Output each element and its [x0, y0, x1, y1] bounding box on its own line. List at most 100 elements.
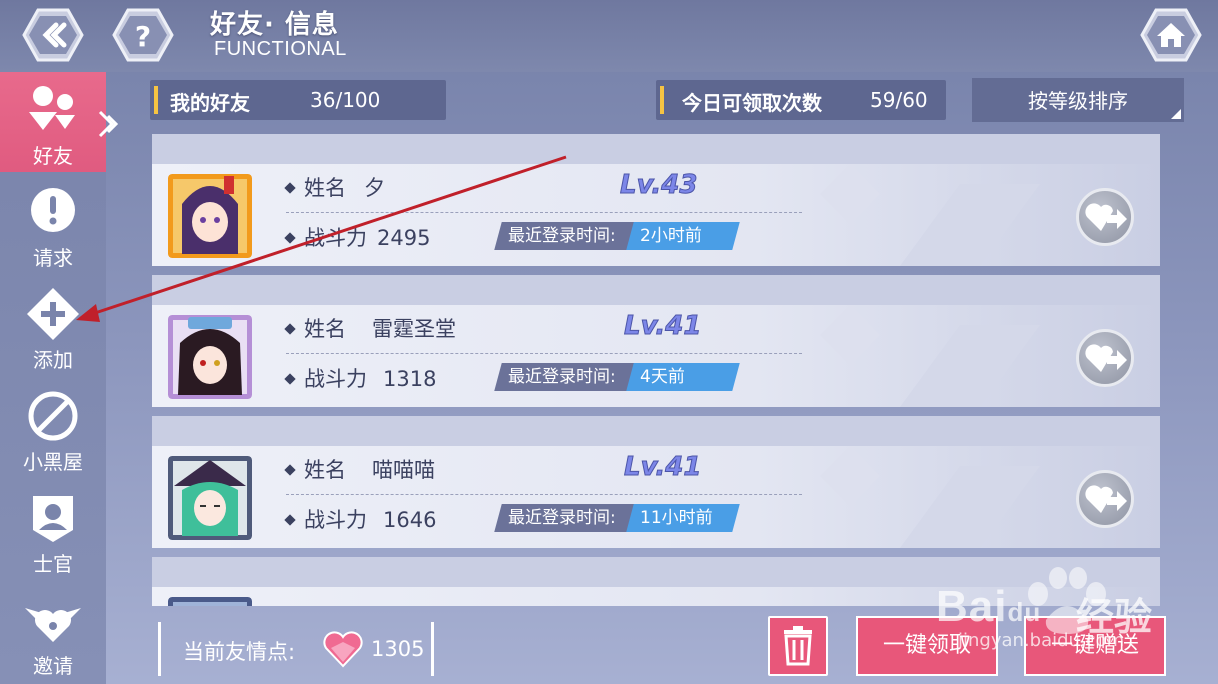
card-decoration	[820, 446, 1040, 548]
heart-send-icon	[1085, 485, 1127, 513]
heart-gem-icon	[323, 631, 363, 668]
add-icon	[27, 288, 79, 340]
sort-dropdown[interactable]: 按等级排序	[972, 78, 1184, 122]
heart-send-icon	[1085, 203, 1127, 231]
send-gift-button[interactable]	[1076, 470, 1134, 528]
friend-power-row: 战斗力 1318	[284, 363, 437, 393]
last-login: 最近登录时间: 4天前	[494, 363, 742, 391]
friend-power: 1318	[383, 367, 437, 391]
bar-accent	[154, 86, 158, 114]
friend-name: 夕	[364, 176, 385, 200]
friendship-points: 当前友情点: 1305	[158, 622, 434, 676]
friend-card[interactable]: 姓名夕 战斗力 2495 Lv.43 最近登录时间: 2小时前	[152, 134, 1160, 266]
power-label: 战斗力	[304, 508, 367, 532]
friend-level: Lv.43	[619, 170, 698, 201]
sort-label: 按等级排序	[1028, 89, 1128, 113]
sidebar-item-label: 小黑屋	[23, 450, 83, 474]
sidebar-item-label: 士官	[33, 552, 73, 576]
card-body: 姓名夕 战斗力 2495 Lv.43 最近登录时间: 2小时前	[152, 164, 1160, 266]
sidebar-item-friends[interactable]: 好友	[0, 72, 106, 172]
power-label: 战斗力	[304, 226, 367, 250]
power-label: 战斗力	[304, 367, 367, 391]
card-decoration	[820, 305, 1040, 407]
friends-icon	[29, 86, 75, 130]
card-cap	[152, 416, 1160, 446]
question-icon: ?	[112, 8, 174, 62]
help-button[interactable]: ?	[112, 8, 174, 62]
trash-icon	[784, 626, 812, 666]
sidebar-item-officer[interactable]: 士官	[0, 480, 106, 580]
exclamation-icon	[31, 188, 75, 232]
login-label: 最近登录时间:	[508, 508, 616, 528]
points-value: 1305	[371, 637, 425, 661]
friend-name-row: 姓名夕	[284, 172, 385, 202]
sidebar: 好友 请求 添加 小黑屋 士官 邀请	[0, 72, 106, 684]
home-button[interactable]	[1140, 8, 1202, 62]
friend-name: 喵喵喵	[372, 458, 435, 482]
bullet-icon	[284, 464, 296, 476]
friend-card[interactable]: 姓名 喵喵喵 战斗力 1646 Lv.41 最近登录时间: 11小时前	[152, 416, 1160, 548]
name-label: 姓名	[304, 176, 346, 200]
friend-level: Lv.41	[623, 452, 702, 483]
send-gift-button[interactable]	[1076, 329, 1134, 387]
my-friends-bar: 我的好友 36/100	[150, 80, 446, 120]
watermark-brand-part1: Bai	[936, 582, 1008, 631]
login-time: 11小时前	[640, 508, 713, 528]
card-decoration	[820, 164, 1040, 266]
active-indicator-icon	[98, 110, 119, 138]
officer-icon	[33, 496, 73, 542]
divider	[286, 212, 802, 213]
last-login: 最近登录时间: 11小时前	[494, 504, 742, 532]
claims-count: 59/60	[870, 88, 928, 112]
bullet-icon	[284, 323, 296, 335]
avatar	[168, 597, 252, 606]
login-time: 4天前	[640, 367, 685, 387]
sidebar-item-add[interactable]: 添加	[0, 276, 106, 376]
card-body: 姓名 雷霆圣堂 战斗力 1318 Lv.41 最近登录时间: 4天前	[152, 305, 1160, 407]
watermark-brand: Baidu	[936, 582, 1041, 632]
my-friends-count: 36/100	[310, 88, 381, 112]
friend-power: 1646	[383, 508, 437, 532]
claims-bar: 今日可领取次数 59/60	[656, 80, 946, 120]
claims-label: 今日可领取次数	[682, 91, 822, 115]
bar-accent	[660, 86, 664, 114]
divider	[286, 494, 802, 495]
watermark-url: jingyan.baidu.com	[958, 630, 1125, 651]
delete-button[interactable]	[768, 616, 828, 676]
login-label: 最近登录时间:	[508, 367, 616, 387]
bullet-icon	[284, 232, 296, 244]
friend-name-row: 姓名 雷霆圣堂	[284, 313, 456, 343]
points-label: 当前友情点:	[183, 640, 296, 664]
back-button[interactable]	[22, 8, 84, 62]
back-icon	[22, 8, 84, 62]
bullet-icon	[284, 373, 296, 385]
divider	[286, 353, 802, 354]
sidebar-item-blacklist[interactable]: 小黑屋	[0, 378, 106, 478]
avatar	[168, 174, 252, 258]
name-label: 姓名	[304, 317, 346, 341]
friend-power: 2495	[377, 226, 431, 250]
friend-name-row: 姓名 喵喵喵	[284, 454, 435, 484]
dropdown-corner-icon	[1171, 109, 1181, 119]
home-icon	[1140, 8, 1202, 62]
avatar	[168, 456, 252, 540]
card-cap	[152, 134, 1160, 164]
send-gift-button[interactable]	[1076, 188, 1134, 246]
bullet-icon	[284, 182, 296, 194]
bullet-icon	[284, 514, 296, 526]
name-label: 姓名	[304, 458, 346, 482]
page-subtitle: FUNCTIONAL	[214, 38, 347, 60]
friend-list[interactable]: 姓名夕 战斗力 2495 Lv.43 最近登录时间: 2小时前 姓名 雷霆圣堂 …	[152, 134, 1160, 606]
login-time: 2小时前	[640, 226, 702, 246]
sidebar-item-label: 请求	[33, 246, 73, 270]
login-label: 最近登录时间:	[508, 226, 616, 246]
watermark-brand-part2: du	[1007, 597, 1042, 627]
sidebar-item-label: 添加	[33, 348, 73, 372]
friend-card[interactable]: 姓名 雷霆圣堂 战斗力 1318 Lv.41 最近登录时间: 4天前	[152, 275, 1160, 407]
avatar	[168, 315, 252, 399]
card-body: 姓名 喵喵喵 战斗力 1646 Lv.41 最近登录时间: 11小时前	[152, 446, 1160, 548]
sidebar-item-requests[interactable]: 请求	[0, 174, 106, 274]
friend-level: Lv.41	[623, 311, 702, 342]
last-login: 最近登录时间: 2小时前	[494, 222, 742, 250]
heart-send-icon	[1085, 344, 1127, 372]
